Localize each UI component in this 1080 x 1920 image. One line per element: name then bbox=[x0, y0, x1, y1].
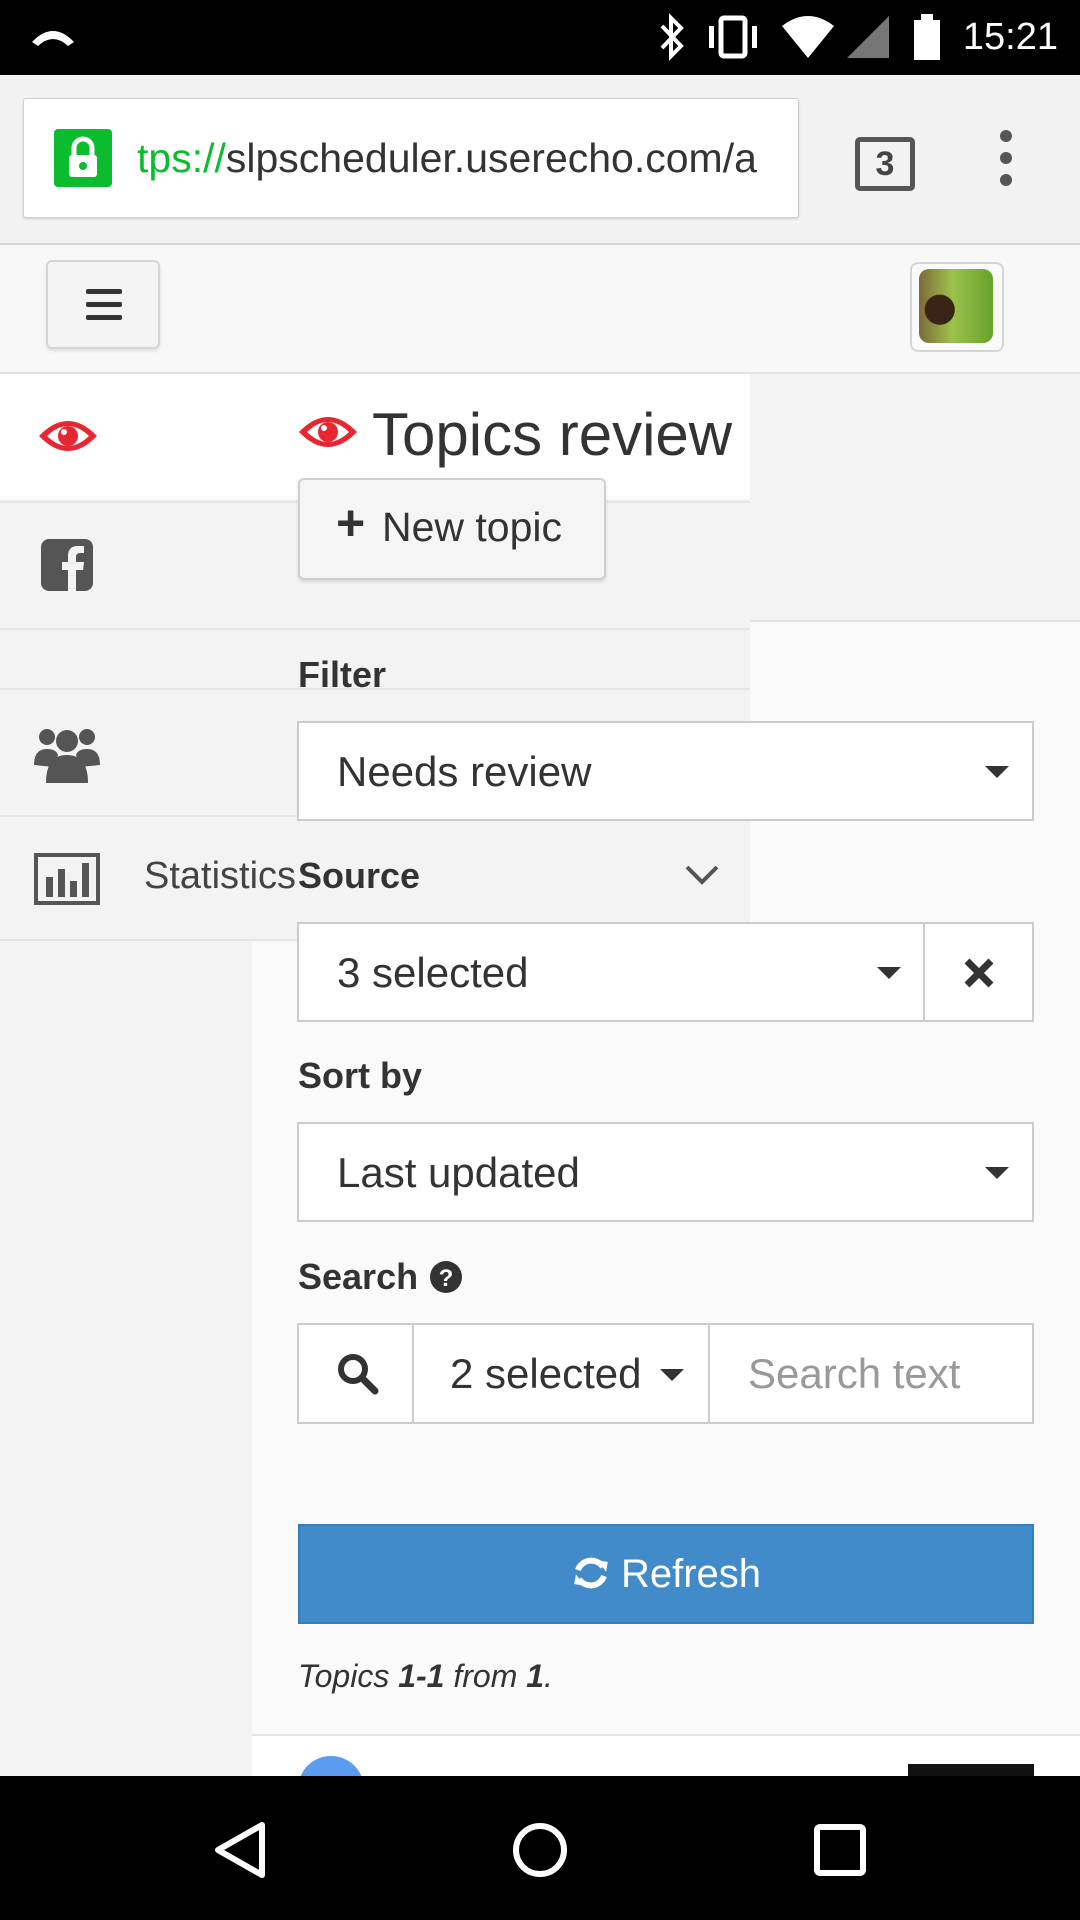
page-title: Topics review bbox=[372, 401, 733, 468]
sort-select[interactable]: Last updated bbox=[297, 1122, 1034, 1222]
search-scope-value: 2 selected bbox=[450, 1350, 642, 1397]
source-select[interactable]: 3 selected bbox=[297, 922, 925, 1022]
url-scheme: tps:// bbox=[137, 135, 226, 181]
browser-menu-icon[interactable] bbox=[998, 130, 1014, 190]
filter-value: Needs review bbox=[337, 748, 592, 795]
menu-toggle-button[interactable] bbox=[46, 260, 160, 349]
plus-icon: + bbox=[336, 495, 366, 551]
avatar[interactable] bbox=[910, 262, 1004, 352]
topics-count-middle: from bbox=[444, 1658, 527, 1694]
url-host: slpscheduler.userecho.com/a bbox=[225, 135, 757, 181]
address-bar[interactable]: tps://slpscheduler.userecho.com/a bbox=[23, 98, 799, 218]
topics-count-total: 1 bbox=[526, 1658, 545, 1694]
new-topic-label: New topic bbox=[382, 504, 563, 550]
source-clear-button[interactable] bbox=[923, 922, 1034, 1022]
filter-label: Filter bbox=[298, 654, 387, 695]
refresh-label: Refresh bbox=[620, 1552, 762, 1596]
source-value: 3 selected bbox=[337, 949, 529, 996]
search-placeholder: Search text bbox=[748, 1350, 961, 1397]
topics-count-range: 1-1 bbox=[398, 1658, 445, 1694]
topics-count-suffix: . bbox=[544, 1658, 553, 1694]
caret-down-icon bbox=[985, 766, 1009, 778]
eye-icon bbox=[39, 421, 97, 451]
caret-down-icon bbox=[660, 1369, 684, 1381]
help-icon[interactable]: ? bbox=[429, 1260, 463, 1294]
caret-down-icon bbox=[877, 967, 901, 979]
filter-select[interactable]: Needs review bbox=[297, 721, 1034, 821]
source-label: Source bbox=[298, 855, 421, 896]
search-scope-select[interactable]: 2 selected bbox=[412, 1323, 710, 1424]
facebook-icon bbox=[41, 539, 93, 591]
vibrate-icon bbox=[709, 15, 757, 59]
home-icon[interactable] bbox=[510, 1820, 570, 1880]
refresh-button[interactable]: Refresh bbox=[298, 1524, 1034, 1624]
tab-switcher-button[interactable]: 3 bbox=[855, 137, 915, 191]
users-icon bbox=[34, 729, 100, 783]
bluetooth-icon bbox=[660, 13, 684, 61]
app-header bbox=[0, 245, 1080, 374]
topic-list-item[interactable] bbox=[252, 1734, 1080, 1778]
browser-toolbar: tps://slpscheduler.userecho.com/a 3 bbox=[0, 75, 1080, 245]
sidebar-item-label: Statistics bbox=[144, 855, 297, 897]
sort-value: Last updated bbox=[337, 1149, 580, 1196]
search-label: Search bbox=[298, 1256, 419, 1297]
topics-count: Topics 1-1 from 1. bbox=[298, 1658, 553, 1695]
back-icon[interactable] bbox=[212, 1820, 270, 1880]
author-avatar bbox=[298, 1756, 364, 1778]
secure-lock-icon[interactable] bbox=[54, 129, 112, 187]
status-time: 15:21 bbox=[962, 16, 1058, 58]
bar-chart-icon bbox=[34, 853, 100, 905]
caret-down-icon bbox=[985, 1167, 1009, 1179]
status-bar: 15:21 bbox=[0, 0, 1080, 75]
search-input[interactable]: Search text bbox=[708, 1323, 1034, 1424]
close-icon bbox=[964, 958, 994, 988]
search-button[interactable] bbox=[297, 1323, 414, 1424]
signal-icon bbox=[847, 16, 889, 58]
url-text[interactable]: tps://slpscheduler.userecho.com/a bbox=[137, 129, 757, 187]
android-nav-bar bbox=[0, 1776, 1080, 1920]
title-eye-icon bbox=[299, 417, 357, 447]
wifi-icon bbox=[782, 16, 834, 58]
chevron-down-icon[interactable] bbox=[684, 863, 720, 887]
search-icon bbox=[338, 1354, 379, 1395]
sort-label: Sort by bbox=[298, 1055, 423, 1096]
refresh-icon bbox=[574, 1558, 608, 1589]
missed-call-icon bbox=[32, 31, 74, 46]
battery-icon bbox=[914, 14, 940, 60]
topics-count-prefix: Topics bbox=[298, 1658, 399, 1694]
recents-icon[interactable] bbox=[812, 1822, 868, 1878]
svg-text:?: ? bbox=[439, 1265, 454, 1292]
new-topic-button[interactable]: + New topic bbox=[298, 478, 606, 580]
